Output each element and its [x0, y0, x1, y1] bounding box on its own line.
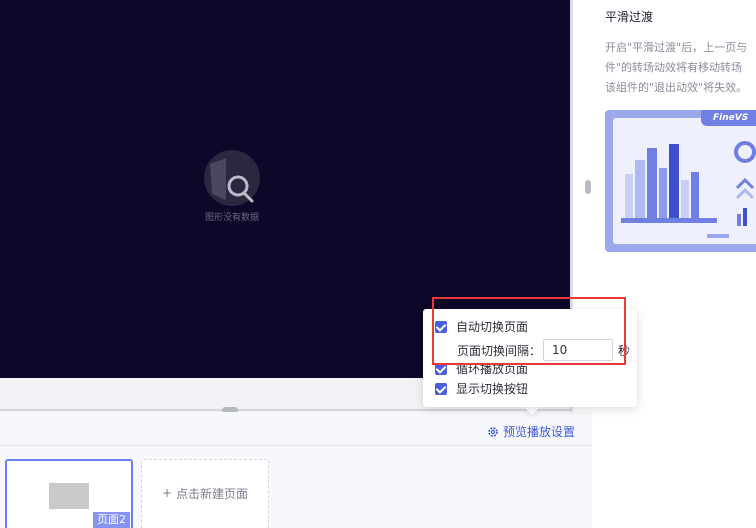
new-page-label: 点击新建页面	[176, 486, 249, 501]
panel-description: 开启"平滑过渡"后，上一页与 件"的转场动效将有移动转场 该组件的"退出动效"将…	[605, 38, 756, 98]
no-data-icon	[204, 150, 260, 206]
description-line: 件"的转场动效将有移动转场	[605, 61, 743, 74]
page-strip-divider	[0, 445, 592, 446]
gear-icon	[488, 426, 498, 437]
page-name-badge: 页面2	[93, 512, 130, 528]
editor-window: 图形没有数据 平滑过渡 开启"平滑过渡"后，上一页与 件"的转场动效将有移动转场…	[0, 0, 756, 528]
description-line: 该组件的"退出动效"将失效。	[605, 81, 748, 94]
highlight-box	[432, 297, 626, 365]
preview-brand-tag: FineVS	[701, 110, 756, 126]
show-buttons-label: 显示切换按钮	[456, 382, 529, 396]
empty-chart-text: 图形没有数据	[204, 213, 259, 223]
horizontal-scroll-track	[0, 409, 572, 411]
panel-resize-handle[interactable]	[585, 180, 591, 194]
preview-illustration	[613, 118, 756, 244]
show-buttons-checkbox[interactable]	[435, 382, 447, 395]
panel-title: 平滑过渡	[605, 10, 654, 24]
empty-chart-placeholder: 图形没有数据	[196, 148, 268, 223]
preview-playback-settings-button[interactable]: 预览播放设置	[487, 423, 575, 440]
page-thumbnail-2[interactable]: 页面2	[5, 459, 133, 528]
show-buttons-option[interactable]: 显示切换按钮	[435, 380, 528, 397]
transition-preview-image: FineVS	[605, 110, 756, 252]
plus-icon: +	[161, 486, 173, 500]
right-property-panel: 平滑过渡 开启"平滑过渡"后，上一页与 件"的转场动效将有移动转场 该组件的"退…	[572, 0, 756, 528]
preview-settings-label: 预览播放设置	[503, 425, 576, 439]
page-thumbnail-placeholder	[49, 483, 89, 509]
description-line: 开启"平滑过渡"后，上一页与	[605, 41, 748, 54]
city-bars-illustration	[621, 141, 756, 238]
new-page-button[interactable]: + 点击新建页面	[141, 459, 269, 528]
